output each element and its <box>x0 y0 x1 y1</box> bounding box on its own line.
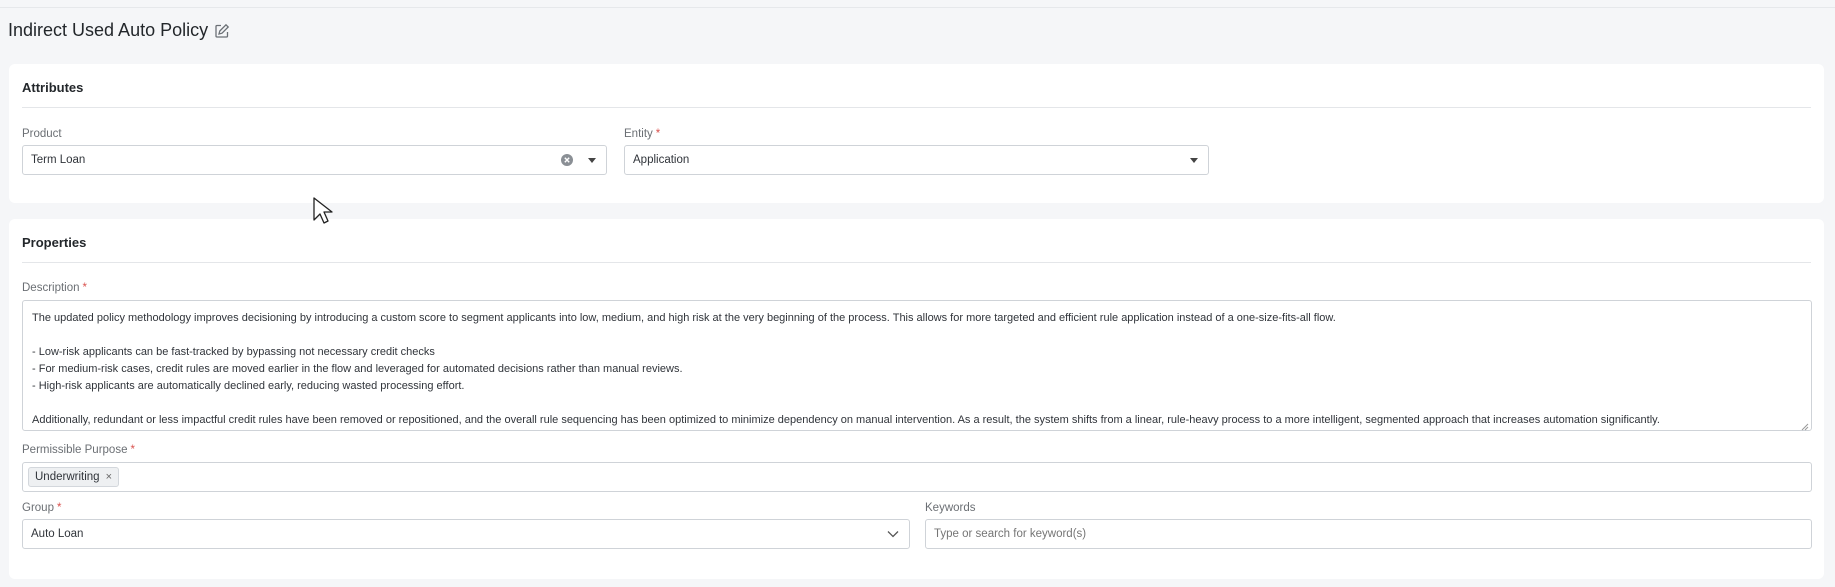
attributes-divider <box>22 107 1811 108</box>
properties-heading: Properties <box>22 235 87 250</box>
description-line: The updated policy methodology improves … <box>32 312 1336 324</box>
caret-down-icon[interactable] <box>588 158 596 163</box>
description-line <box>32 395 1802 412</box>
close-icon[interactable]: × <box>106 471 112 483</box>
keywords-input[interactable] <box>925 519 1812 549</box>
clear-circle-icon[interactable] <box>560 153 574 167</box>
permissible-purpose-label: Permissible Purpose * <box>22 444 135 456</box>
page-title: Indirect Used Auto Policy <box>8 20 209 40</box>
caret-down-icon[interactable] <box>1190 158 1198 163</box>
entity-value: Application <box>633 154 690 166</box>
entity-select[interactable]: Application <box>624 145 1209 175</box>
attributes-heading: Attributes <box>22 80 84 95</box>
attributes-card: Attributes Product Term Loan Entity * App… <box>9 64 1824 203</box>
mouse-pointer-icon <box>312 196 334 226</box>
description-textarea[interactable]: The updated policy methodology improves … <box>22 300 1812 431</box>
edit-icon[interactable] <box>214 23 230 39</box>
description-line: - High-risk applicants are automatically… <box>32 380 465 392</box>
description-line <box>32 327 1802 344</box>
group-value: Auto Loan <box>31 528 84 540</box>
product-label: Product <box>22 128 62 140</box>
keywords-label: Keywords <box>925 502 976 514</box>
tag-label: Underwriting <box>35 471 100 483</box>
tag-underwriting: Underwriting × <box>28 467 119 487</box>
description-line: - For medium-risk cases, credit rules ar… <box>32 363 683 375</box>
product-select[interactable]: Term Loan <box>22 145 607 175</box>
top-bar <box>0 0 1835 8</box>
permissible-purpose-multiselect[interactable]: Underwriting × <box>22 462 1812 492</box>
description-line: Additionally, redundant or less impactfu… <box>32 414 1660 426</box>
description-label: Description * <box>22 282 88 294</box>
group-select[interactable]: Auto Loan <box>22 519 910 549</box>
properties-card: Properties Description * The updated poli… <box>9 219 1824 579</box>
entity-label: Entity * <box>624 128 661 140</box>
resize-handle-icon[interactable] <box>1801 420 1809 431</box>
group-label: Group * <box>22 502 62 514</box>
properties-divider <box>22 262 1811 263</box>
product-value: Term Loan <box>31 154 86 166</box>
chevron-down-icon[interactable] <box>887 529 899 538</box>
page-header: Indirect Used Auto Policy <box>8 20 230 41</box>
description-line: - Low-risk applicants can be fast-tracke… <box>32 346 435 358</box>
